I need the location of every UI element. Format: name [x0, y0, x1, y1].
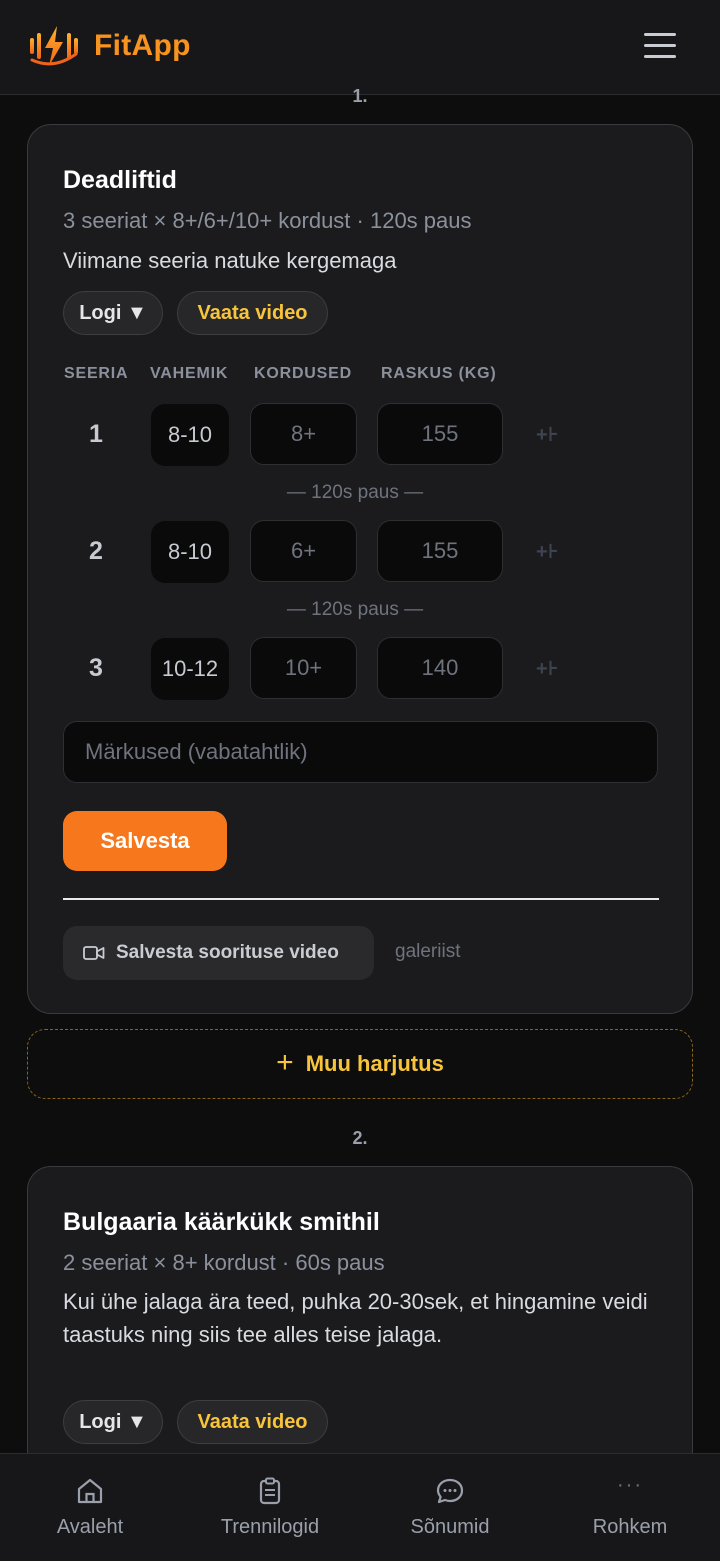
- watch-video-button[interactable]: Vaata video: [177, 1400, 328, 1444]
- app-name: FitApp: [94, 29, 191, 62]
- add-other-exercise-button[interactable]: + Muu harjutus: [27, 1029, 693, 1099]
- exercise-summary: 3 seeriat × 8+/6+/10+ kordust · 120s pau…: [63, 208, 472, 233]
- add-set-icon[interactable]: +⊦: [536, 656, 559, 681]
- exercise-index: 2.: [352, 1128, 368, 1148]
- menu-icon-line: [644, 44, 676, 47]
- add-set-icon[interactable]: +⊦: [536, 539, 559, 564]
- exercise-note: Kui ühe jalaga ära teed, puhka 20-30sek,…: [63, 1289, 648, 1347]
- column-header-range: VAHEMIK: [150, 365, 229, 382]
- add-set-icon[interactable]: +⊦: [536, 422, 559, 447]
- nav-item-home[interactable]: Avaleht: [0, 1454, 180, 1561]
- save-button[interactable]: Salvesta: [63, 811, 227, 871]
- clipboard-icon: [259, 1477, 281, 1505]
- exercise-title: Bulgaaria käärkükk smithil: [63, 1208, 380, 1236]
- reps-input[interactable]: 8+: [250, 403, 357, 465]
- exercise-summary: 2 seeriat × 8+ kordust · 60s paus: [63, 1250, 385, 1275]
- menu-icon-line: [644, 33, 676, 36]
- plus-icon: +: [276, 1045, 294, 1079]
- weight-input[interactable]: 140: [377, 637, 503, 699]
- set-number: 1: [89, 420, 103, 448]
- set-number: 3: [89, 654, 103, 682]
- top-app-bar: FitApp: [0, 0, 720, 95]
- reps-input[interactable]: 6+: [250, 520, 357, 582]
- rep-range: 8-10: [151, 404, 229, 466]
- weight-input[interactable]: 155: [377, 520, 503, 582]
- divider: [63, 898, 659, 900]
- save-video-label: Salvesta soorituse video: [116, 942, 339, 963]
- nav-label: Avaleht: [56, 1516, 124, 1538]
- rep-range: 8-10: [151, 521, 229, 583]
- log-toggle-button[interactable]: Logi ▼: [63, 1400, 163, 1444]
- column-header-reps: KORDUSED: [254, 365, 352, 382]
- weight-input[interactable]: 155: [377, 403, 503, 465]
- nav-item-more[interactable]: ··· Rohkem: [540, 1454, 720, 1561]
- exercise-note: Viimane seeria natuke kergemaga: [63, 248, 397, 273]
- chat-icon: [436, 1478, 464, 1504]
- column-header-weight: RASKUS (KG): [381, 365, 497, 382]
- more-dots-icon: ···: [617, 1474, 643, 1496]
- nav-label: Rohkem: [592, 1516, 668, 1538]
- notes-input[interactable]: Märkused (vabatahtlik): [63, 721, 658, 783]
- rep-range: 10-12: [151, 638, 229, 700]
- rest-label: — 120s paus —: [286, 599, 424, 620]
- bottom-navigation: Avaleht Trennilogid Sõnumid ··· Rohkem: [0, 1453, 720, 1561]
- menu-icon-line: [644, 55, 676, 58]
- watch-video-button[interactable]: Vaata video: [177, 291, 328, 335]
- reps-input[interactable]: 10+: [250, 637, 357, 699]
- nav-label: Trennilogid: [220, 1516, 320, 1538]
- exercise-card: Deadliftid 3 seeriat × 8+/6+/10+ kordust…: [27, 124, 693, 1014]
- nav-item-workout-logs[interactable]: Trennilogid: [180, 1454, 360, 1561]
- column-header-set: SEERIA: [64, 365, 129, 382]
- rest-label: — 120s paus —: [286, 482, 424, 503]
- home-icon: [77, 1478, 103, 1504]
- nav-label: Sõnumid: [410, 1516, 490, 1538]
- app-logo[interactable]: FitApp: [28, 24, 191, 68]
- log-toggle-button[interactable]: Logi ▼: [63, 291, 163, 335]
- add-exercise-label: Muu harjutus: [305, 1051, 444, 1076]
- set-number: 2: [89, 537, 103, 565]
- exercise-title: Deadliftid: [63, 166, 177, 194]
- gallery-link[interactable]: galeriist: [395, 941, 460, 963]
- hamburger-menu-button[interactable]: [644, 33, 676, 59]
- nav-item-messages[interactable]: Sõnumid: [360, 1454, 540, 1561]
- exercise-index: 1.: [352, 86, 368, 106]
- video-camera-icon: [83, 946, 105, 960]
- save-performance-video-button[interactable]: Salvesta soorituse video: [63, 926, 374, 980]
- fitapp-logo-icon: [30, 26, 78, 66]
